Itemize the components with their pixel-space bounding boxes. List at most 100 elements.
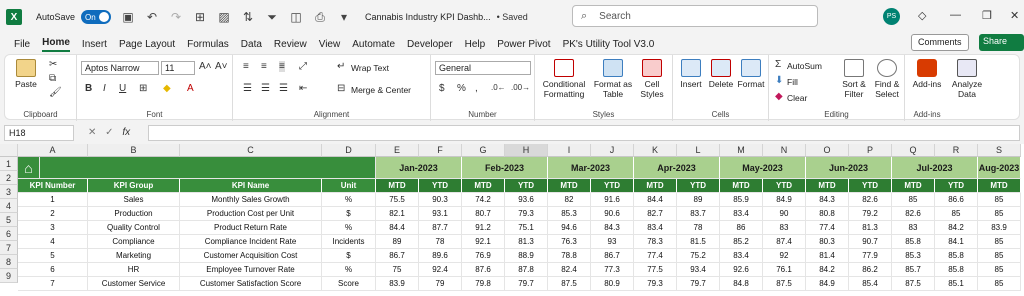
value-cell[interactable]: 85.1 (935, 277, 978, 292)
value-cell[interactable]: 79.2 (849, 207, 892, 222)
kpi-number-cell[interactable]: 3 (18, 221, 88, 236)
value-cell[interactable]: 87.6 (462, 263, 505, 278)
column-header-h[interactable]: H (505, 144, 548, 157)
clear-button[interactable]: Clear (787, 93, 807, 103)
value-cell[interactable]: 85 (978, 277, 1021, 292)
row-header-5[interactable]: 5 (0, 213, 18, 227)
value-cell[interactable]: 87.8 (505, 263, 548, 278)
border-icon[interactable]: ⊞ (139, 83, 147, 94)
value-cell[interactable]: 75.1 (505, 221, 548, 236)
value-cell[interactable]: 84.9 (806, 277, 849, 292)
value-cell[interactable]: 74.2 (462, 193, 505, 208)
save-icon[interactable]: ▣ (121, 10, 135, 24)
minimize-icon[interactable]: — (950, 9, 961, 21)
value-cell[interactable]: 84.9 (763, 193, 806, 208)
spreadsheet-grid[interactable]: A B C D E F G H I J K L M N O P Q R S 1 2 3 4 5 6 7 8 9 ⌂ Jan-2023 Feb… (0, 144, 1024, 296)
kpi-group-cell[interactable]: Sales (88, 193, 180, 208)
kpi-number-cell[interactable]: 1 (18, 193, 88, 208)
value-cell[interactable]: 77.5 (634, 263, 677, 278)
column-header-r[interactable]: R (935, 144, 978, 157)
value-cell[interactable]: 92.1 (462, 235, 505, 250)
kpi-group-cell[interactable]: Marketing (88, 249, 180, 264)
value-cell[interactable]: 83.7 (677, 207, 720, 222)
autosum-button[interactable]: AutoSum (787, 61, 822, 71)
column-header-j[interactable]: J (591, 144, 634, 157)
shrink-font-icon[interactable]: A˅ (215, 61, 228, 72)
value-cell[interactable]: 85 (978, 207, 1021, 222)
value-cell[interactable]: 85 (935, 207, 978, 222)
column-header-o[interactable]: O (806, 144, 849, 157)
value-cell[interactable]: 78 (419, 235, 462, 250)
cancel-icon[interactable]: ✕ (88, 127, 96, 138)
home-icon[interactable]: ⌂ (18, 157, 40, 180)
value-cell[interactable]: 89 (376, 235, 419, 250)
name-box[interactable]: H18 (4, 125, 74, 141)
kpi-name-cell[interactable]: Employee Turnover Rate (180, 263, 322, 278)
value-cell[interactable]: 91.2 (462, 221, 505, 236)
font-size-select[interactable]: 11 (161, 61, 195, 75)
grow-font-icon[interactable]: A˄ (199, 61, 212, 72)
value-cell[interactable]: 83 (892, 221, 935, 236)
value-cell[interactable]: 82.6 (892, 207, 935, 222)
value-cell[interactable]: 90.3 (419, 193, 462, 208)
value-cell[interactable]: 85.9 (720, 193, 763, 208)
unit-cell[interactable]: % (322, 263, 376, 278)
avatar[interactable]: PS (883, 8, 900, 25)
value-cell[interactable]: 92.4 (419, 263, 462, 278)
value-cell[interactable]: 82.4 (548, 263, 591, 278)
value-cell[interactable]: 78 (677, 221, 720, 236)
value-cell[interactable]: 81.3 (849, 221, 892, 236)
value-cell[interactable]: 90.6 (591, 207, 634, 222)
value-cell[interactable]: 84.2 (806, 263, 849, 278)
value-cell[interactable]: 84.4 (376, 221, 419, 236)
addins-button[interactable]: Add-ins (909, 59, 945, 89)
value-cell[interactable]: 85 (978, 193, 1021, 208)
tab-formulas[interactable]: Formulas (187, 39, 229, 52)
unit-cell[interactable]: Score (322, 277, 376, 292)
merge-icon[interactable]: ⊟ (337, 83, 345, 94)
value-cell[interactable]: 84.3 (591, 221, 634, 236)
sort-filter-button[interactable]: Sort & Filter (839, 59, 869, 99)
comma-icon[interactable]: , (475, 83, 478, 94)
value-cell[interactable]: 85 (892, 193, 935, 208)
value-cell[interactable]: 86 (720, 221, 763, 236)
kpi-number-cell[interactable]: 7 (18, 277, 88, 292)
value-cell[interactable]: 85 (978, 263, 1021, 278)
value-cell[interactable]: 79.7 (677, 277, 720, 292)
value-cell[interactable]: 85.3 (548, 207, 591, 222)
print-preview-icon[interactable]: ⎙ (313, 10, 327, 25)
camera-icon[interactable]: ◫ (289, 10, 303, 24)
kpi-number-cell[interactable]: 2 (18, 207, 88, 222)
value-cell[interactable]: 87.5 (548, 277, 591, 292)
column-header-d[interactable]: D (322, 144, 376, 157)
kpi-group-cell[interactable]: Production (88, 207, 180, 222)
wrap-text-icon[interactable]: ↵ (337, 61, 345, 72)
copy-icon[interactable]: ⧉ (49, 73, 56, 84)
value-cell[interactable]: 78.3 (634, 235, 677, 250)
value-cell[interactable]: 82 (548, 193, 591, 208)
value-cell[interactable]: 84.4 (634, 193, 677, 208)
value-cell[interactable]: 85.8 (935, 263, 978, 278)
kpi-number-cell[interactable]: 5 (18, 249, 88, 264)
row-header-1[interactable]: 1 (0, 157, 18, 171)
value-cell[interactable]: 83.9 (978, 221, 1021, 236)
tab-developer[interactable]: Developer (407, 39, 453, 52)
value-cell[interactable]: 90 (763, 207, 806, 222)
value-cell[interactable]: 77.9 (849, 249, 892, 264)
kpi-group-cell[interactable]: Quality Control (88, 221, 180, 236)
tab-power-pivot[interactable]: Power Pivot (497, 39, 550, 52)
search-input[interactable]: ⌕ Search (572, 5, 818, 27)
tab-view[interactable]: View (319, 39, 341, 52)
comments-button[interactable]: Comments (911, 34, 969, 51)
value-cell[interactable]: 81.5 (677, 235, 720, 250)
unit-cell[interactable]: % (322, 221, 376, 236)
value-cell[interactable]: 80.3 (806, 235, 849, 250)
value-cell[interactable]: 79 (419, 277, 462, 292)
unit-cell[interactable]: $ (322, 207, 376, 222)
kpi-number-cell[interactable]: 6 (18, 263, 88, 278)
format-painter-icon[interactable]: 🖌 (49, 87, 62, 98)
font-color-icon[interactable]: A (187, 83, 194, 94)
undo-icon[interactable]: ↶ (145, 10, 159, 24)
value-cell[interactable]: 81.4 (806, 249, 849, 264)
column-header-e[interactable]: E (376, 144, 419, 157)
